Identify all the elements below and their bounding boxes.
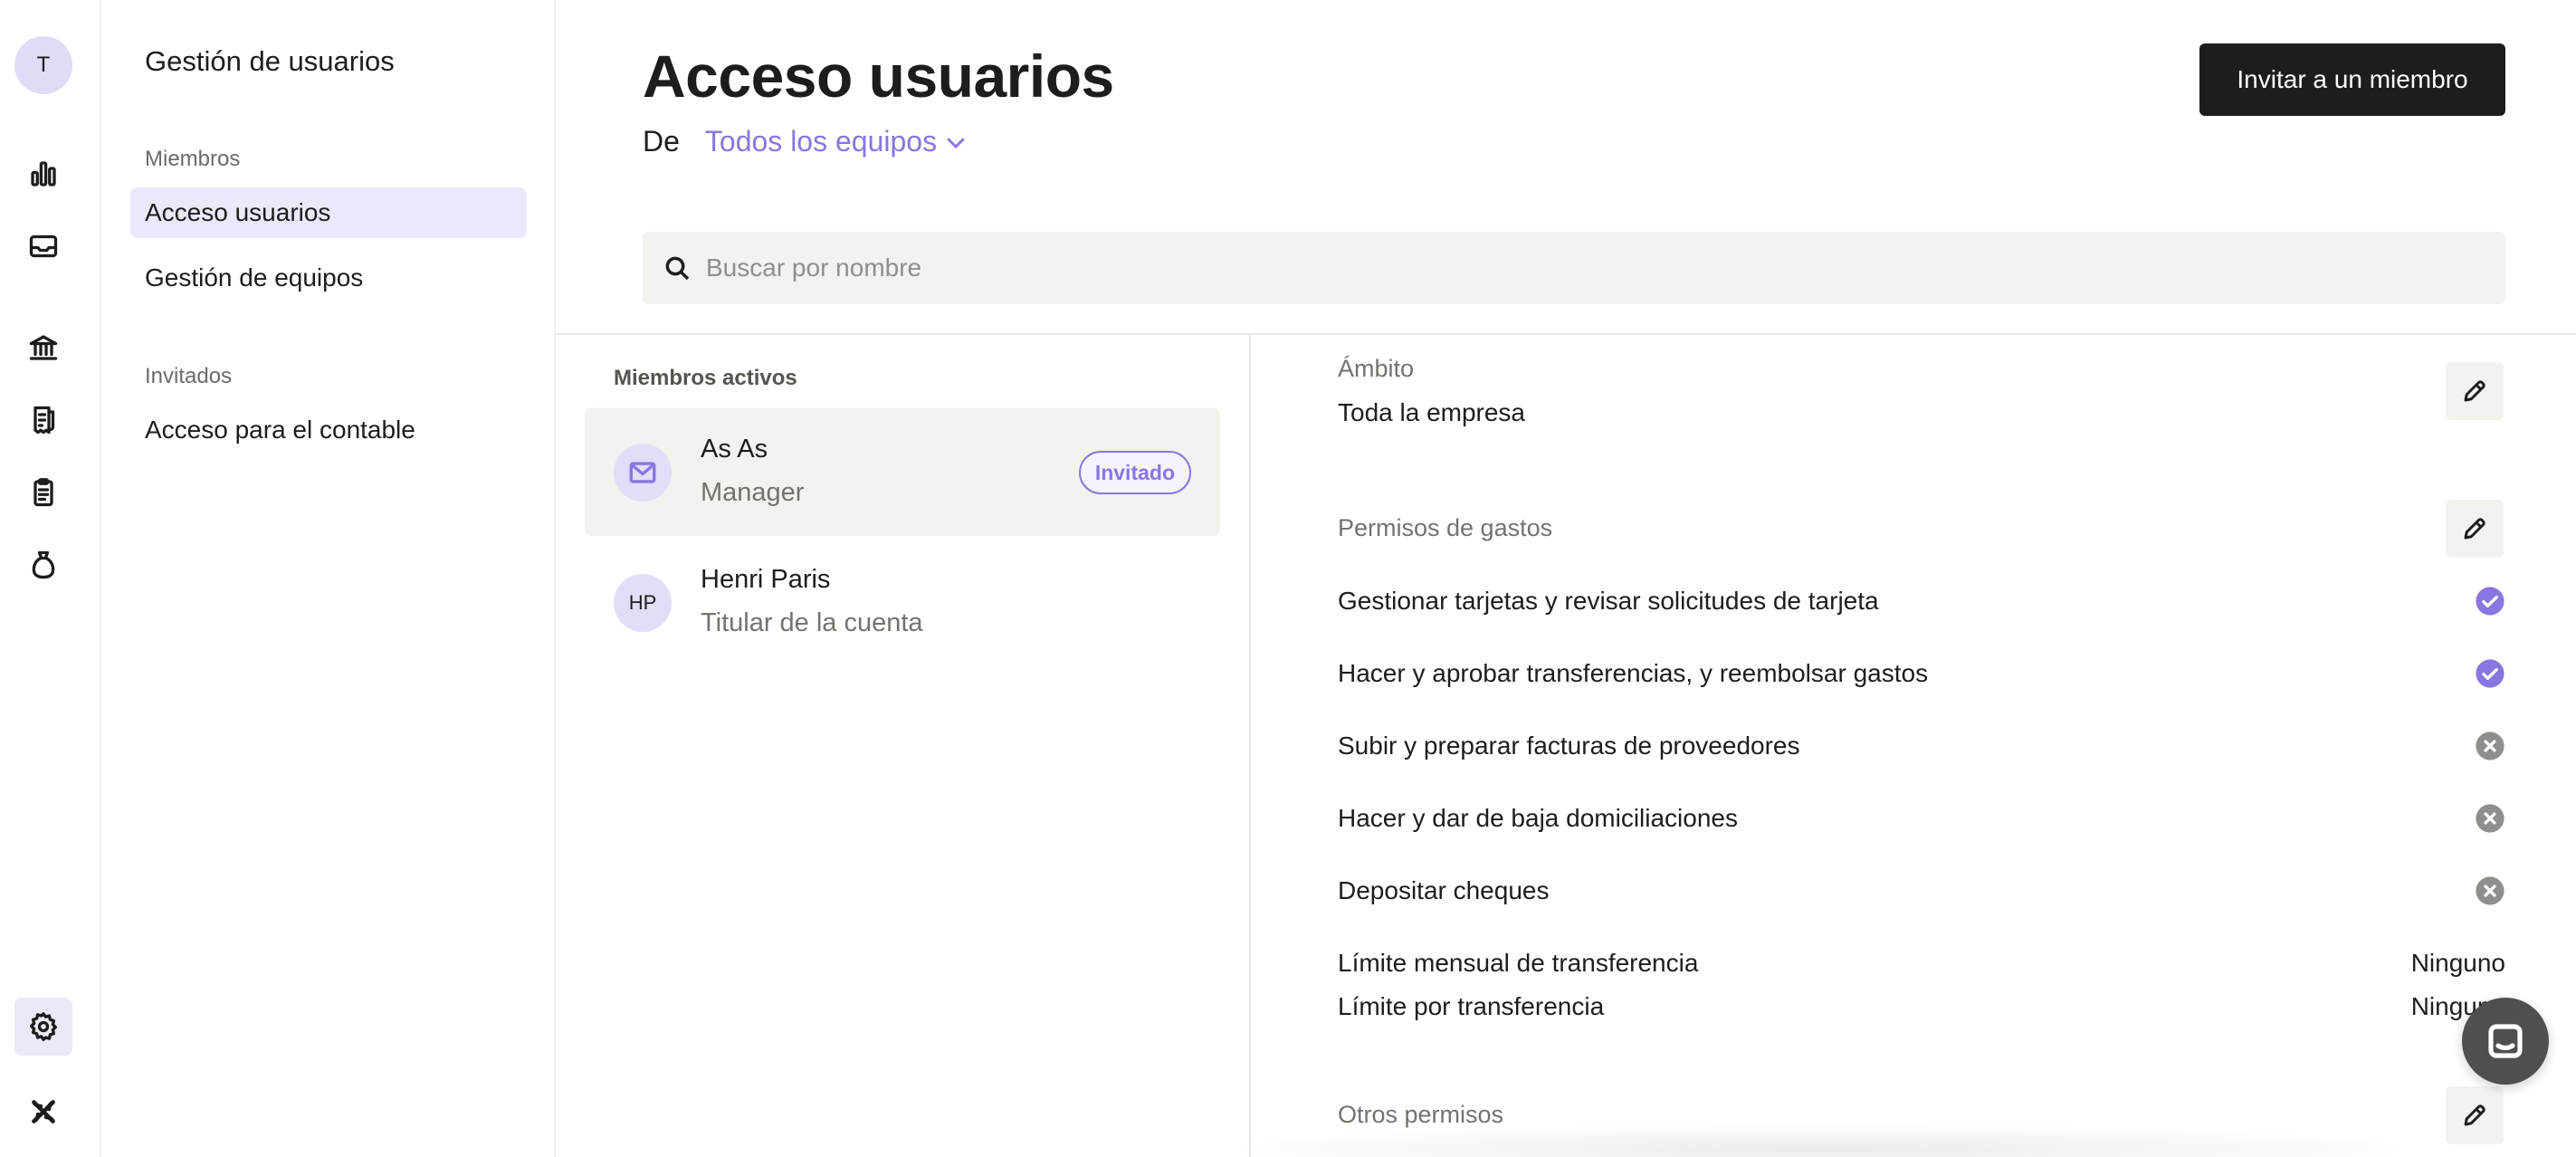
avatar[interactable]: T bbox=[14, 36, 72, 94]
member-name: As As bbox=[701, 435, 768, 464]
gear-icon[interactable] bbox=[14, 998, 72, 1056]
sidebar-item-accountant-access[interactable]: Acceso para el contable bbox=[130, 405, 527, 455]
sidebar-section-members: Miembros bbox=[145, 147, 241, 171]
member-row[interactable]: HP Henri Paris Titular de la cuenta bbox=[585, 538, 1220, 666]
page-title: Acceso usuarios bbox=[643, 43, 1114, 110]
limit-value: Ninguno bbox=[2410, 949, 2505, 977]
bank-icon[interactable] bbox=[18, 322, 69, 373]
x-circle-icon bbox=[2476, 876, 2504, 905]
sidebar-item-team-management[interactable]: Gestión de equipos bbox=[130, 253, 527, 303]
expense-permissions-label: Permisos de gastos bbox=[1338, 514, 1553, 541]
icon-rail: T bbox=[0, 0, 101, 1157]
team-dropdown-value: Todos los equipos bbox=[704, 125, 938, 158]
money-bag-icon[interactable] bbox=[18, 540, 69, 590]
status-badge: Invitado bbox=[1078, 451, 1191, 494]
edit-scope-button[interactable] bbox=[2446, 362, 2504, 420]
chevron-down-icon bbox=[947, 137, 965, 148]
pencil-icon bbox=[2464, 1104, 2485, 1126]
logo-icon[interactable] bbox=[18, 1086, 69, 1137]
sidebar-item-user-access[interactable]: Acceso usuarios bbox=[130, 187, 527, 238]
scope-value: Toda la empresa bbox=[1338, 398, 1526, 426]
settings-sidebar: Gestión de usuarios Miembros Acceso usua… bbox=[101, 0, 556, 1157]
scope-label: Ámbito bbox=[1338, 355, 1415, 382]
permission-label: Hacer y aprobar transferencias, y reembo… bbox=[1338, 659, 1929, 687]
avatar bbox=[614, 444, 672, 502]
sidebar-item-label: Gestión de equipos bbox=[145, 263, 364, 292]
edit-expense-permissions-button[interactable] bbox=[2446, 500, 2504, 558]
permission-label: Subir y preparar facturas de proveedores bbox=[1338, 731, 1800, 760]
team-dropdown[interactable]: Todos los equipos bbox=[705, 125, 969, 158]
avatar: HP bbox=[614, 574, 672, 632]
scroll-shadow bbox=[1189, 1123, 2457, 1157]
sidebar-item-label: Acceso usuarios bbox=[145, 198, 331, 226]
members-list: Miembros activos As As Manager Invitado … bbox=[556, 335, 1251, 1157]
member-role: Titular de la cuenta bbox=[701, 608, 923, 637]
member-details: Ámbito Toda la empresa Permisos de gasto… bbox=[1253, 335, 2576, 1157]
x-circle-icon bbox=[2476, 731, 2504, 760]
members-section-label: Miembros activos bbox=[614, 366, 797, 390]
chat-launcher-button[interactable] bbox=[2462, 998, 2549, 1085]
inbox-icon[interactable] bbox=[18, 221, 69, 272]
invite-member-button[interactable]: Invitar a un miembro bbox=[2199, 43, 2505, 116]
limit-label: Límite mensual de transferencia bbox=[1338, 949, 1699, 977]
permission-label: Depositar cheques bbox=[1338, 876, 1550, 904]
bar-chart-icon[interactable] bbox=[18, 148, 69, 199]
search-icon bbox=[665, 256, 690, 281]
check-circle-icon bbox=[2476, 659, 2504, 688]
chat-icon bbox=[2488, 1024, 2523, 1058]
permission-label: Gestionar tarjetas y revisar solicitudes… bbox=[1338, 587, 1879, 615]
filter-prefix: De bbox=[643, 125, 680, 158]
sidebar-section-guests: Invitados bbox=[145, 364, 233, 388]
pencil-icon bbox=[2464, 518, 2485, 540]
mail-icon bbox=[629, 462, 656, 483]
main-content: Acceso usuarios De Todos los equipos Inv… bbox=[556, 0, 2576, 1157]
permission-label: Hacer y dar de baja domiciliaciones bbox=[1338, 804, 1738, 832]
member-row[interactable]: As As Manager Invitado bbox=[585, 407, 1220, 536]
search-input[interactable] bbox=[706, 232, 2426, 304]
limit-label: Límite por transferencia bbox=[1338, 992, 1605, 1020]
check-circle-icon bbox=[2476, 587, 2504, 616]
member-name: Henri Paris bbox=[701, 565, 831, 594]
pencil-icon bbox=[2464, 380, 2485, 402]
sidebar-title: Gestión de usuarios bbox=[145, 45, 395, 77]
clipboard-icon[interactable] bbox=[18, 467, 69, 518]
member-role: Manager bbox=[701, 478, 805, 507]
x-circle-icon bbox=[2476, 804, 2504, 833]
app: T Gestión de usuarios Miembros Acceso us… bbox=[0, 0, 2576, 1157]
sidebar-item-label: Acceso para el contable bbox=[145, 416, 415, 444]
search-bar bbox=[643, 232, 2505, 304]
team-filter: De Todos los equipos bbox=[643, 125, 969, 158]
invoice-icon[interactable] bbox=[18, 395, 69, 445]
